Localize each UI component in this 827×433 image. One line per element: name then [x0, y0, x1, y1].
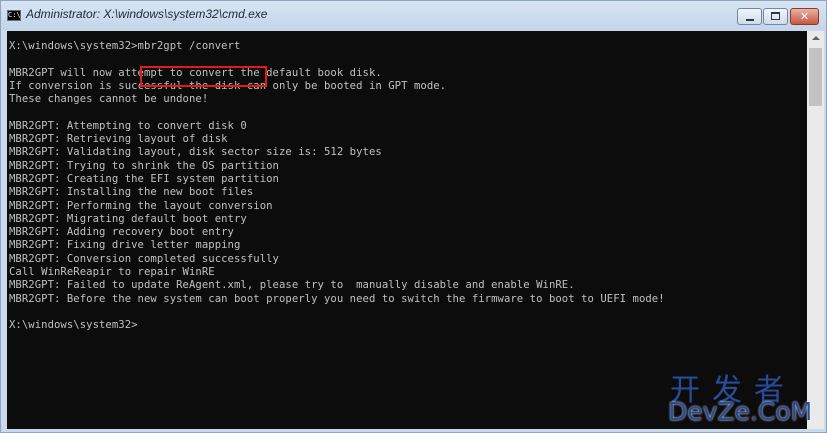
- scroll-thumb[interactable]: [809, 48, 822, 106]
- minimize-icon: [746, 19, 754, 21]
- close-icon: ✕: [799, 10, 810, 23]
- maximize-button[interactable]: [763, 8, 788, 25]
- console-line: MBR2GPT: Creating the EFI system partiti…: [9, 172, 279, 185]
- console-line: X:\windows\system32>: [9, 319, 138, 332]
- cmd-app-icon[interactable]: C:\: [7, 10, 21, 21]
- console-line: MBR2GPT: Fixing drive letter mapping: [9, 239, 241, 252]
- console-line: MBR2GPT will now attempt to convert the …: [9, 66, 382, 79]
- close-button[interactable]: ✕: [790, 8, 819, 25]
- maximize-icon: [771, 12, 780, 20]
- console-line: MBR2GPT: Conversion completed successful…: [9, 252, 279, 265]
- console-line: MBR2GPT: Failed to update ReAgent.xml, p…: [9, 279, 575, 292]
- window-title: Administrator: X:\windows\system32\cmd.e…: [26, 7, 268, 21]
- console-line: If conversion is successful the disk can…: [9, 79, 447, 92]
- console-line: X:\windows\system32>mbr2gpt /convert: [9, 40, 241, 52]
- title-bar[interactable]: C:\ Administrator: X:\windows\system32\c…: [1, 1, 826, 30]
- console-line: MBR2GPT: Validating layout, disk sector …: [9, 146, 382, 159]
- console-line: These changes cannot be undone!: [9, 93, 209, 106]
- console-line: MBR2GPT: Performing the layout conversio…: [9, 199, 273, 212]
- scroll-up-arrow-icon[interactable]: [807, 31, 824, 46]
- console-line: MBR2GPT: Retrieving layout of disk: [9, 133, 228, 146]
- console-line: MBR2GPT: Migrating default boot entry: [9, 212, 247, 225]
- command-highlight-box: [140, 66, 267, 87]
- console-line: Call WinReReapir to repair WinRE: [9, 266, 215, 279]
- minimize-button[interactable]: [737, 8, 762, 25]
- watermark-logo: 开发者 DevZe.CoM: [668, 367, 818, 427]
- console-line: MBR2GPT: Adding recovery boot entry: [9, 226, 234, 239]
- console-lines: X:\windows\system32>mbr2gpt /convert MBR2…: [9, 40, 665, 333]
- console-line: MBR2GPT: Trying to shrink the OS partiti…: [9, 159, 279, 172]
- console-line: MBR2GPT: Installing the new boot files: [9, 186, 254, 199]
- watermark-en: DevZe.CoM: [668, 397, 813, 426]
- console-line: MBR2GPT: Before the new system can boot …: [9, 292, 665, 305]
- console-line: MBR2GPT: Attempting to convert disk 0: [9, 119, 247, 132]
